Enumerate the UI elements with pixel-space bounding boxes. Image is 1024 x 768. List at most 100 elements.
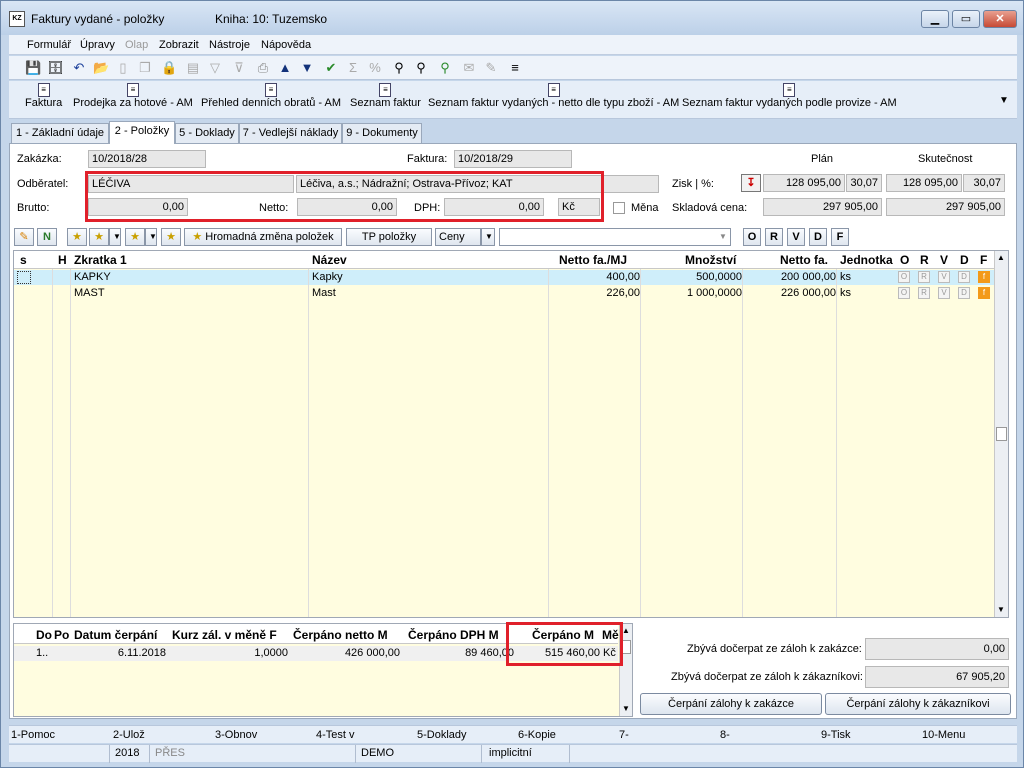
- star-icon[interactable]: ★: [67, 228, 87, 246]
- col-netto[interactable]: Netto fa.: [780, 253, 828, 267]
- flag-r-icon[interactable]: R: [918, 271, 930, 283]
- flag-f-icon[interactable]: f: [978, 271, 990, 283]
- fkey-8[interactable]: 8-: [720, 729, 730, 741]
- flag-v-button[interactable]: V: [787, 228, 805, 246]
- scroll-up-icon[interactable]: ▲: [997, 253, 1005, 262]
- flag-f-icon[interactable]: f: [978, 287, 990, 299]
- mass-change-button[interactable]: ★ Hromadná změna položek: [184, 228, 342, 246]
- menu-nastroje[interactable]: Nástroje: [209, 39, 250, 51]
- prices-dropdown-icon[interactable]: ▼: [481, 228, 495, 246]
- table-row[interactable]: MAST Mast 226,00 1 000,0000 226 000,00 k…: [14, 286, 994, 301]
- zisk-toggle-icon[interactable]: ↧: [741, 174, 761, 192]
- mena-checkbox[interactable]: [613, 202, 625, 214]
- col-s[interactable]: s: [20, 253, 27, 267]
- flag-o-icon[interactable]: O: [898, 271, 910, 283]
- fkey-5[interactable]: 5-Doklady: [417, 729, 467, 741]
- col-netto-mj[interactable]: Netto fa./MJ: [559, 253, 627, 267]
- col-f[interactable]: F: [980, 253, 987, 267]
- close-icon[interactable]: ✕: [983, 10, 1017, 28]
- fkey-3[interactable]: 3-Obnov: [215, 729, 257, 741]
- report-seznam-netto[interactable]: ≡ Seznam faktur vydaných - netto dle typu…: [428, 83, 679, 109]
- find-icon[interactable]: ⚲: [391, 60, 407, 76]
- scroll-up-icon[interactable]: ▲: [622, 626, 630, 635]
- star-add-icon[interactable]: ★: [89, 228, 109, 246]
- tab-polozky[interactable]: 2 - Položky: [109, 121, 175, 144]
- undo-icon[interactable]: ↶: [71, 60, 87, 76]
- menu-zobrazit[interactable]: Zobrazit: [159, 39, 199, 51]
- fkey-4[interactable]: 4-Test v: [316, 729, 355, 741]
- check-filter-icon[interactable]: ✔: [323, 60, 339, 76]
- new-item-icon[interactable]: N: [37, 228, 57, 246]
- filter-combo[interactable]: [499, 228, 731, 246]
- tp-items-button[interactable]: TP položky: [346, 228, 432, 246]
- menu-napoveda[interactable]: Nápověda: [261, 39, 311, 51]
- flag-f-button[interactable]: F: [831, 228, 849, 246]
- faktura-field[interactable]: 10/2018/29: [454, 150, 572, 168]
- tab-doklady[interactable]: 5 - Doklady: [175, 123, 239, 143]
- col-o[interactable]: O: [900, 253, 909, 267]
- row-selector[interactable]: [17, 271, 31, 284]
- arrow-down-icon[interactable]: ▼: [299, 60, 315, 76]
- edit-pencil-icon[interactable]: ✎: [14, 228, 34, 246]
- items-scrollbar[interactable]: ▲ ▼: [994, 251, 1008, 617]
- ribbon-more-icon[interactable]: ▼: [999, 95, 1009, 106]
- fkey-2[interactable]: 2-Ulož: [113, 729, 145, 741]
- table-row[interactable]: KAPKY Kapky 400,00 500,0000 200 000,00 k…: [14, 270, 994, 285]
- scroll-down-icon[interactable]: ▼: [622, 704, 630, 713]
- fkey-6[interactable]: 6-Kopie: [518, 729, 556, 741]
- find-filter-icon[interactable]: ⚲: [437, 60, 453, 76]
- flag-d-icon[interactable]: D: [958, 271, 970, 283]
- tab-vedlejsi-naklady[interactable]: 7 - Vedlejší náklady: [239, 123, 342, 143]
- items-grid[interactable]: s H Zkratka 1 Název Netto fa./MJ Množstv…: [13, 250, 1009, 618]
- col-h[interactable]: H: [58, 253, 67, 267]
- maximize-icon[interactable]: ▭: [952, 10, 980, 28]
- scroll-down-icon[interactable]: ▼: [997, 605, 1005, 614]
- fkey-1[interactable]: 1-Pomoc: [11, 729, 55, 741]
- col-d[interactable]: D: [960, 253, 969, 267]
- flag-o-button[interactable]: O: [743, 228, 761, 246]
- flag-r-icon[interactable]: R: [918, 287, 930, 299]
- scroll-thumb[interactable]: [996, 427, 1007, 441]
- star-remove-icon[interactable]: ★: [125, 228, 145, 246]
- col-code[interactable]: Zkratka 1: [74, 253, 127, 267]
- flag-d-button[interactable]: D: [809, 228, 827, 246]
- zakazka-field[interactable]: 10/2018/28: [88, 150, 206, 168]
- flag-v-icon[interactable]: V: [938, 287, 950, 299]
- col-do[interactable]: Do: [36, 628, 52, 642]
- col-name[interactable]: Název: [312, 253, 347, 267]
- col-dph-m[interactable]: Čerpáno DPH M: [408, 628, 499, 642]
- col-r[interactable]: R: [920, 253, 929, 267]
- col-netto-m[interactable]: Čerpáno netto M: [293, 628, 388, 642]
- flag-v-icon[interactable]: V: [938, 271, 950, 283]
- prices-button[interactable]: Ceny: [435, 228, 481, 246]
- menu-list-icon[interactable]: ≡: [507, 60, 523, 76]
- menu-formular[interactable]: Formulář: [27, 39, 71, 51]
- col-po[interactable]: Po: [54, 628, 69, 642]
- dropdown-arrow-icon[interactable]: ▼: [109, 228, 121, 246]
- find-next-icon[interactable]: ⚲: [413, 60, 429, 76]
- report-prodejka[interactable]: ≡ Prodejka za hotové - AM: [73, 83, 193, 109]
- save-icon[interactable]: 💾: [25, 60, 41, 76]
- report-seznam-faktur[interactable]: ≡ Seznam faktur: [350, 83, 421, 109]
- draw-advance-customer-button[interactable]: Čerpání zálohy k zákazníkovi: [825, 693, 1011, 715]
- col-unit[interactable]: Jednotka: [840, 253, 893, 267]
- report-faktura[interactable]: ≡ Faktura: [25, 83, 62, 109]
- fkey-7[interactable]: 7-: [619, 729, 629, 741]
- report-prehled[interactable]: ≡ Přehled denních obratů - AM: [201, 83, 341, 109]
- col-v[interactable]: V: [940, 253, 948, 267]
- col-datum[interactable]: Datum čerpání: [74, 628, 157, 642]
- col-qty[interactable]: Množství: [685, 253, 736, 267]
- lock-icon[interactable]: 🔒: [161, 60, 177, 76]
- arrow-up-icon[interactable]: ▲: [277, 60, 293, 76]
- minimize-icon[interactable]: ▁: [921, 10, 949, 28]
- flag-o-icon[interactable]: O: [898, 287, 910, 299]
- save-as-icon[interactable]: 🗄: [47, 60, 64, 76]
- fkey-10[interactable]: 10-Menu: [922, 729, 965, 741]
- report-seznam-provize[interactable]: ≡ Seznam faktur vydaných podle provize - …: [682, 83, 897, 109]
- tab-dokumenty[interactable]: 9 - Dokumenty: [342, 123, 422, 143]
- fkey-9[interactable]: 9-Tisk: [821, 729, 851, 741]
- tab-zakladni[interactable]: 1 - Základní údaje: [11, 123, 109, 143]
- menu-upravy[interactable]: Úpravy: [80, 39, 115, 51]
- dropdown-arrow-icon[interactable]: ▼: [145, 228, 157, 246]
- print-icon[interactable]: ⎙: [255, 60, 271, 76]
